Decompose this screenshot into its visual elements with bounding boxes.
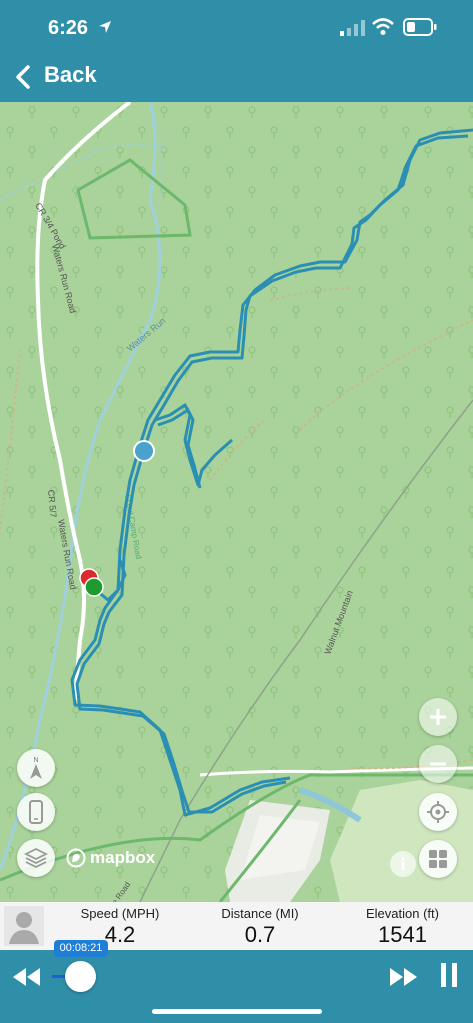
rewind-button[interactable] — [10, 962, 44, 992]
distance-label: Distance (MI) — [221, 906, 299, 921]
minus-icon — [430, 762, 446, 766]
map-view[interactable]: CR 3/4 Pond Waters Run Road CR 5/7 Water… — [0, 102, 473, 902]
crosshair-icon — [427, 801, 449, 823]
mapbox-icon — [66, 848, 86, 868]
distance-value: 0.7 — [244, 922, 276, 947]
plus-icon — [430, 709, 446, 725]
map-canvas: CR 3/4 Pond Waters Run Road CR 5/7 Water… — [0, 102, 473, 902]
layers-icon — [24, 847, 48, 869]
fast-forward-button[interactable] — [386, 962, 420, 992]
compass-button[interactable]: N — [17, 749, 55, 787]
svg-text:N: N — [33, 757, 38, 764]
nav-bar: Back — [0, 50, 473, 102]
user-avatar-icon — [4, 906, 44, 946]
location-arrow-icon — [99, 21, 111, 33]
recenter-button[interactable] — [419, 793, 457, 831]
status-bar: 6:26 — [0, 0, 473, 50]
zoom-in-button[interactable] — [419, 698, 457, 736]
elevation-label: Elevation (ft) — [366, 906, 439, 921]
slider-track — [52, 975, 372, 978]
back-button[interactable]: Back — [10, 56, 110, 96]
rewind-icon — [13, 968, 40, 986]
chevron-left-icon — [16, 65, 30, 89]
elevation-value: 1541 — [378, 922, 427, 947]
playback-slider[interactable] — [52, 961, 372, 992]
pause-button[interactable] — [436, 960, 462, 992]
grid-view-button[interactable] — [419, 840, 457, 878]
speed-label: Speed (MPH) — [80, 906, 160, 921]
home-indicator — [152, 1009, 322, 1014]
start-marker — [84, 577, 104, 597]
grid-icon — [429, 850, 447, 868]
current-position-marker — [133, 440, 155, 462]
phone-icon — [29, 800, 43, 824]
battery-icon — [403, 18, 437, 36]
cellular-signal-icon — [340, 20, 365, 36]
mapbox-logo: mapbox — [66, 848, 155, 868]
elevation-stat: Elevation (ft) 1541 — [345, 906, 460, 948]
info-button[interactable]: i — [390, 851, 416, 877]
back-label: Back — [44, 62, 97, 87]
pause-icon — [441, 963, 457, 987]
device-orientation-button[interactable] — [17, 793, 55, 831]
mapbox-text: mapbox — [90, 848, 156, 867]
compass-icon: N — [30, 757, 42, 779]
info-icon: i — [400, 853, 406, 874]
wifi-icon — [372, 18, 394, 35]
status-time: 6:26 — [48, 17, 89, 39]
slider-thumb[interactable] — [65, 961, 96, 992]
elapsed-time-badge: 00:08:21 — [54, 940, 108, 957]
map-layers-button[interactable] — [17, 839, 55, 877]
fast-forward-icon — [390, 968, 417, 986]
zoom-out-button[interactable] — [419, 745, 457, 783]
distance-stat: Distance (MI) 0.7 — [205, 906, 315, 948]
